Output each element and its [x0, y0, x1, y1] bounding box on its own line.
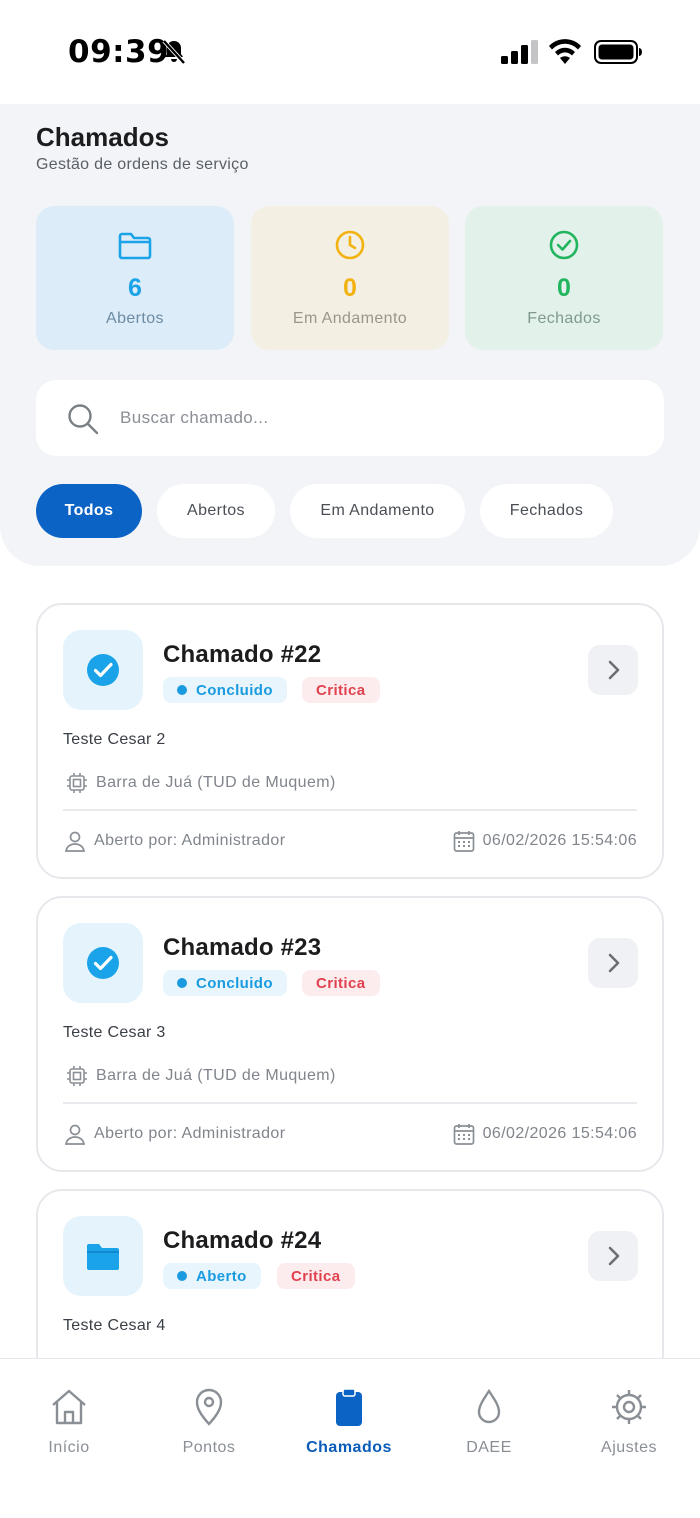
- stat-card-fechados[interactable]: 0 Fechados: [465, 206, 663, 350]
- ticket-status-icon-box: [63, 923, 143, 1003]
- ticket-status-icon-box: [63, 1216, 143, 1296]
- search-box[interactable]: [36, 380, 664, 456]
- clock-icon: [335, 230, 365, 260]
- status-time: 09:39: [68, 34, 170, 70]
- check-circle-icon: [87, 947, 119, 979]
- status-badge-label: Aberto: [196, 1267, 247, 1285]
- cellular-signal-icon: [501, 40, 538, 64]
- status-dot: [177, 685, 187, 695]
- battery-icon: [594, 40, 642, 64]
- open-ticket-button[interactable]: [588, 938, 638, 988]
- filter-chip-fechados[interactable]: Fechados: [480, 484, 613, 538]
- wifi-icon: [549, 39, 581, 64]
- check-circle-icon: [87, 654, 119, 686]
- divider: [63, 809, 637, 811]
- ticket-description: Teste Cesar 3: [63, 1024, 166, 1041]
- ticket-description: Teste Cesar 4: [63, 1317, 166, 1334]
- bottom-nav: Início Pontos Chamados DAEE Ajustes: [0, 1358, 700, 1518]
- status-badge: Concluido: [163, 970, 287, 996]
- ticket-author-text: Aberto por: Administrador: [94, 1125, 286, 1142]
- ticket-date: 06/02/2026 15:54:06: [452, 1122, 637, 1146]
- ticket-location: Barra de Juá (TUD de Muquem): [66, 1064, 336, 1088]
- ticket-location: Barra de Juá (TUD de Muquem): [66, 771, 336, 795]
- chevron-right-icon: [608, 953, 620, 973]
- priority-badge: Critica: [302, 970, 380, 996]
- nav-item-pontos[interactable]: Pontos: [149, 1387, 269, 1457]
- priority-badge: Critica: [302, 677, 380, 703]
- folder-icon: [87, 1244, 119, 1270]
- map-pin-icon: [195, 1388, 223, 1426]
- ticket-author-text: Aberto por: Administrador: [94, 832, 286, 849]
- nav-item-daee[interactable]: DAEE: [429, 1387, 549, 1457]
- calendar-icon: [453, 831, 474, 852]
- page-title: Chamados: [36, 122, 169, 152]
- ticket-author: Aberto por: Administrador: [63, 1122, 285, 1146]
- divider: [63, 1102, 637, 1104]
- ticket-author: Aberto por: Administrador: [63, 829, 285, 853]
- status-badge: Concluido: [163, 677, 287, 703]
- stat-value: 0: [557, 274, 571, 302]
- ticket-title: Chamado #23: [163, 934, 322, 961]
- ticket-description: Teste Cesar 2: [63, 731, 166, 748]
- stat-label: Abertos: [106, 310, 164, 327]
- status-bar: 09:39: [0, 0, 700, 104]
- stat-value: 6: [128, 274, 142, 302]
- ticket-date-text: 06/02/2026 15:54:06: [482, 832, 637, 849]
- nav-item-ajustes[interactable]: Ajustes: [569, 1387, 689, 1457]
- bell-off-icon: [162, 39, 186, 65]
- open-ticket-button[interactable]: [588, 1231, 638, 1281]
- filter-chip-todos[interactable]: Todos: [36, 484, 142, 538]
- nav-label: Início: [48, 1439, 90, 1456]
- user-icon: [64, 831, 86, 852]
- ticket-card[interactable]: Chamado #23 Concluido Critica Teste Cesa…: [36, 896, 664, 1172]
- filter-chip-em-andamento[interactable]: Em Andamento: [290, 484, 465, 538]
- stat-value: 0: [343, 274, 357, 302]
- ticket-date-text: 06/02/2026 15:54:06: [482, 1125, 637, 1142]
- ticket-title: Chamado #24: [163, 1227, 322, 1254]
- ticket-status-icon-box: [63, 630, 143, 710]
- filter-chip-abertos[interactable]: Abertos: [157, 484, 275, 538]
- chip-icon: [67, 773, 87, 793]
- status-badge: Aberto: [163, 1263, 261, 1289]
- ticket-date: 06/02/2026 15:54:06: [452, 829, 637, 853]
- gear-icon: [612, 1390, 646, 1424]
- nav-item-chamados[interactable]: Chamados: [289, 1387, 409, 1457]
- stat-label: Fechados: [527, 310, 601, 327]
- stat-card-abertos[interactable]: 6 Abertos: [36, 206, 234, 350]
- nav-label: Ajustes: [601, 1439, 657, 1456]
- priority-badge: Critica: [277, 1263, 355, 1289]
- stat-card-em-andamento[interactable]: 0 Em Andamento: [251, 206, 449, 350]
- user-icon: [64, 1124, 86, 1145]
- nav-label: Pontos: [182, 1439, 236, 1456]
- nav-label: Chamados: [306, 1439, 392, 1456]
- chip-icon: [67, 1066, 87, 1086]
- search-icon: [68, 404, 99, 435]
- folder-icon: [118, 232, 152, 260]
- ticket-title: Chamado #22: [163, 641, 322, 668]
- page-subtitle: Gestão de ordens de serviço: [36, 156, 249, 173]
- status-dot: [177, 978, 187, 988]
- calendar-icon: [453, 1124, 474, 1145]
- home-icon: [52, 1389, 86, 1425]
- status-badge-label: Concluido: [196, 974, 273, 992]
- clipboard-icon: [336, 1388, 362, 1426]
- chevron-right-icon: [608, 660, 620, 680]
- check-circle-icon: [549, 230, 579, 260]
- status-badge-label: Concluido: [196, 681, 273, 699]
- stat-label: Em Andamento: [292, 310, 408, 327]
- ticket-location-text: Barra de Juá (TUD de Muquem): [96, 774, 336, 791]
- chevron-right-icon: [608, 1246, 620, 1266]
- search-input[interactable]: [120, 402, 640, 434]
- ticket-location-text: Barra de Juá (TUD de Muquem): [96, 1067, 336, 1084]
- open-ticket-button[interactable]: [588, 645, 638, 695]
- nav-item-inicio[interactable]: Início: [9, 1387, 129, 1457]
- status-dot: [177, 1271, 187, 1281]
- water-drop-icon: [477, 1388, 501, 1424]
- ticket-card[interactable]: Chamado #22 Concluido Critica Teste Cesa…: [36, 603, 664, 879]
- nav-label: DAEE: [466, 1439, 512, 1456]
